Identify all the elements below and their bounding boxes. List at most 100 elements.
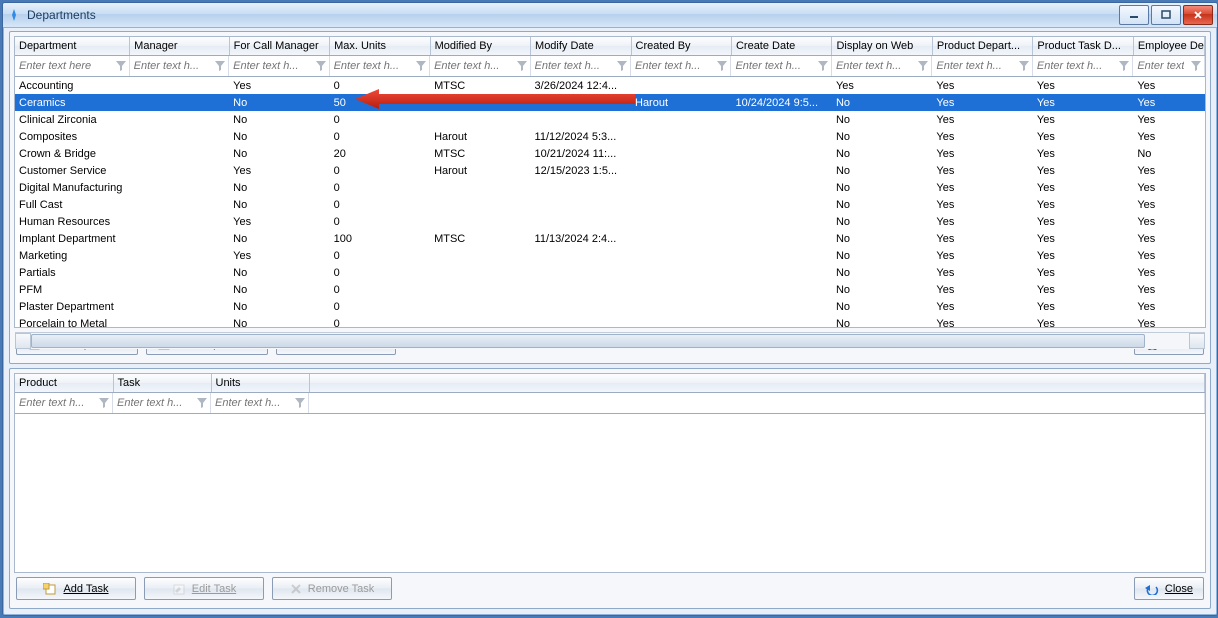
table-row[interactable]: PFMNo0NoYesYesYes (15, 281, 1205, 298)
col-department[interactable]: Department (15, 37, 130, 56)
edit-task-button[interactable]: Edit Task (144, 577, 264, 600)
filter-productDepart[interactable] (932, 60, 1015, 72)
filter-task[interactable] (113, 397, 194, 409)
tasks-grid[interactable]: ProductTaskUnits (14, 373, 1206, 573)
table-row[interactable]: AccountingYes0MTSC3/26/2024 12:4...YesYe… (15, 77, 1205, 95)
cell-modifiedBy (430, 111, 530, 128)
filter-icon[interactable] (714, 58, 730, 74)
tasks-panel: ProductTaskUnits Add Task Edit Task Remo… (9, 368, 1211, 609)
cell-productDepart: Yes (932, 230, 1032, 247)
table-row[interactable]: Human ResourcesYes0NoYesYesYes (15, 213, 1205, 230)
filter-modifyDate[interactable] (531, 60, 614, 72)
col-task[interactable]: Task (113, 374, 211, 393)
table-row[interactable]: Full CastNo0NoYesYesYes (15, 196, 1205, 213)
cell-employeeDe: No (1133, 145, 1204, 162)
col-createDate[interactable]: Create Date (731, 37, 831, 56)
cell-modifyDate (531, 196, 631, 213)
filter-displayOnWeb[interactable] (832, 60, 915, 72)
table-row[interactable]: Clinical ZirconiaNo0NoYesYesYes (15, 111, 1205, 128)
maximize-button[interactable] (1151, 5, 1181, 25)
filter-productTaskD[interactable] (1033, 60, 1116, 72)
remove-task-button[interactable]: Remove Task (272, 577, 392, 600)
filter-icon[interactable] (96, 395, 112, 411)
filter-icon[interactable] (915, 58, 931, 74)
filter-icon[interactable] (194, 395, 210, 411)
cell-displayOnWeb: No (832, 247, 932, 264)
table-row[interactable]: Digital ManufacturingNo0NoYesYesYes (15, 179, 1205, 196)
cell-modifiedBy (430, 213, 530, 230)
cell-employeeDe: Yes (1133, 247, 1204, 264)
filter-employeeDe[interactable] (1133, 60, 1187, 72)
col-units[interactable]: Units (211, 374, 309, 393)
table-row[interactable]: PartialsNo0NoYesYesYes (15, 264, 1205, 281)
filter-createDate[interactable] (731, 60, 814, 72)
table-row[interactable]: Customer ServiceYes0Harout12/15/2023 1:5… (15, 162, 1205, 179)
cell-forCallManager: Yes (229, 162, 329, 179)
close-bottom-button[interactable]: Close (1134, 577, 1204, 600)
table-row[interactable]: CeramicsNo50Harout10/24/2024 9:5...NoYes… (15, 94, 1205, 111)
cell-createdBy (631, 111, 731, 128)
minimize-button[interactable] (1119, 5, 1149, 25)
cell-productDepart: Yes (932, 281, 1032, 298)
filter-product[interactable] (15, 397, 96, 409)
cell-department: PFM (15, 281, 130, 298)
table-row[interactable]: Plaster DepartmentNo0NoYesYesYes (15, 298, 1205, 315)
cell-manager (130, 247, 229, 264)
filter-icon[interactable] (1116, 58, 1132, 74)
cell-productTaskD: Yes (1033, 264, 1133, 281)
filter-forCallManager[interactable] (229, 60, 312, 72)
table-row[interactable]: MarketingYes0NoYesYesYes (15, 247, 1205, 264)
col-productTaskD[interactable]: Product Task D... (1033, 37, 1133, 56)
col-displayOnWeb[interactable]: Display on Web (832, 37, 932, 56)
departments-hscroll[interactable] (15, 332, 1205, 349)
filter-icon[interactable] (313, 58, 329, 74)
table-row[interactable]: Implant DepartmentNo100MTSC11/13/2024 2:… (15, 230, 1205, 247)
cell-modifiedBy (430, 94, 530, 111)
cell-employeeDe: Yes (1133, 230, 1204, 247)
add-task-button[interactable]: Add Task (16, 577, 136, 600)
cell-createdBy (631, 264, 731, 281)
cell-modifyDate (531, 94, 631, 111)
filter-icon[interactable] (292, 395, 308, 411)
departments-grid[interactable]: DepartmentManagerFor Call ManagerMax. Un… (14, 36, 1206, 328)
filter-createdBy[interactable] (631, 60, 714, 72)
filter-department[interactable] (15, 60, 113, 72)
filter-modifiedBy[interactable] (430, 60, 513, 72)
cell-maxUnits: 0 (330, 247, 430, 264)
col-modifiedBy[interactable]: Modified By (430, 37, 530, 56)
filter-units[interactable] (211, 397, 292, 409)
col-forCallManager[interactable]: For Call Manager (229, 37, 329, 56)
filter-maxUnits[interactable] (330, 60, 413, 72)
filter-manager[interactable] (130, 60, 212, 72)
table-row[interactable]: CompositesNo0Harout11/12/2024 5:3...NoYe… (15, 128, 1205, 145)
col-employeeDe[interactable]: Employee De (1133, 37, 1204, 56)
col-productDepart[interactable]: Product Depart... (932, 37, 1032, 56)
cell-modifyDate (531, 179, 631, 196)
cell-department: Implant Department (15, 230, 130, 247)
filter-icon[interactable] (514, 58, 530, 74)
cell-modifyDate (531, 213, 631, 230)
close-window-button[interactable] (1183, 5, 1213, 25)
col-createdBy[interactable]: Created By (631, 37, 731, 56)
filter-icon[interactable] (1188, 58, 1204, 74)
col-modifyDate[interactable]: Modify Date (531, 37, 631, 56)
cell-modifiedBy (430, 315, 530, 332)
filter-icon[interactable] (113, 58, 129, 74)
col-manager[interactable]: Manager (130, 37, 229, 56)
filter-icon[interactable] (1016, 58, 1032, 74)
cell-createDate (731, 179, 831, 196)
filter-icon[interactable] (815, 58, 831, 74)
filter-icon[interactable] (212, 58, 228, 74)
cell-forCallManager: No (229, 315, 329, 332)
cell-productDepart: Yes (932, 77, 1032, 95)
table-row[interactable]: Crown & BridgeNo20MTSC10/21/2024 11:...N… (15, 145, 1205, 162)
filter-icon[interactable] (614, 58, 630, 74)
cell-manager (130, 179, 229, 196)
col-product[interactable]: Product (15, 374, 113, 393)
filter-icon[interactable] (413, 58, 429, 74)
table-row[interactable]: Porcelain to MetalNo0NoYesYesYes (15, 315, 1205, 332)
col-maxUnits[interactable]: Max. Units (330, 37, 430, 56)
cell-manager (130, 94, 229, 111)
cell-modifyDate: 12/15/2023 1:5... (531, 162, 631, 179)
cell-createdBy (631, 77, 731, 95)
